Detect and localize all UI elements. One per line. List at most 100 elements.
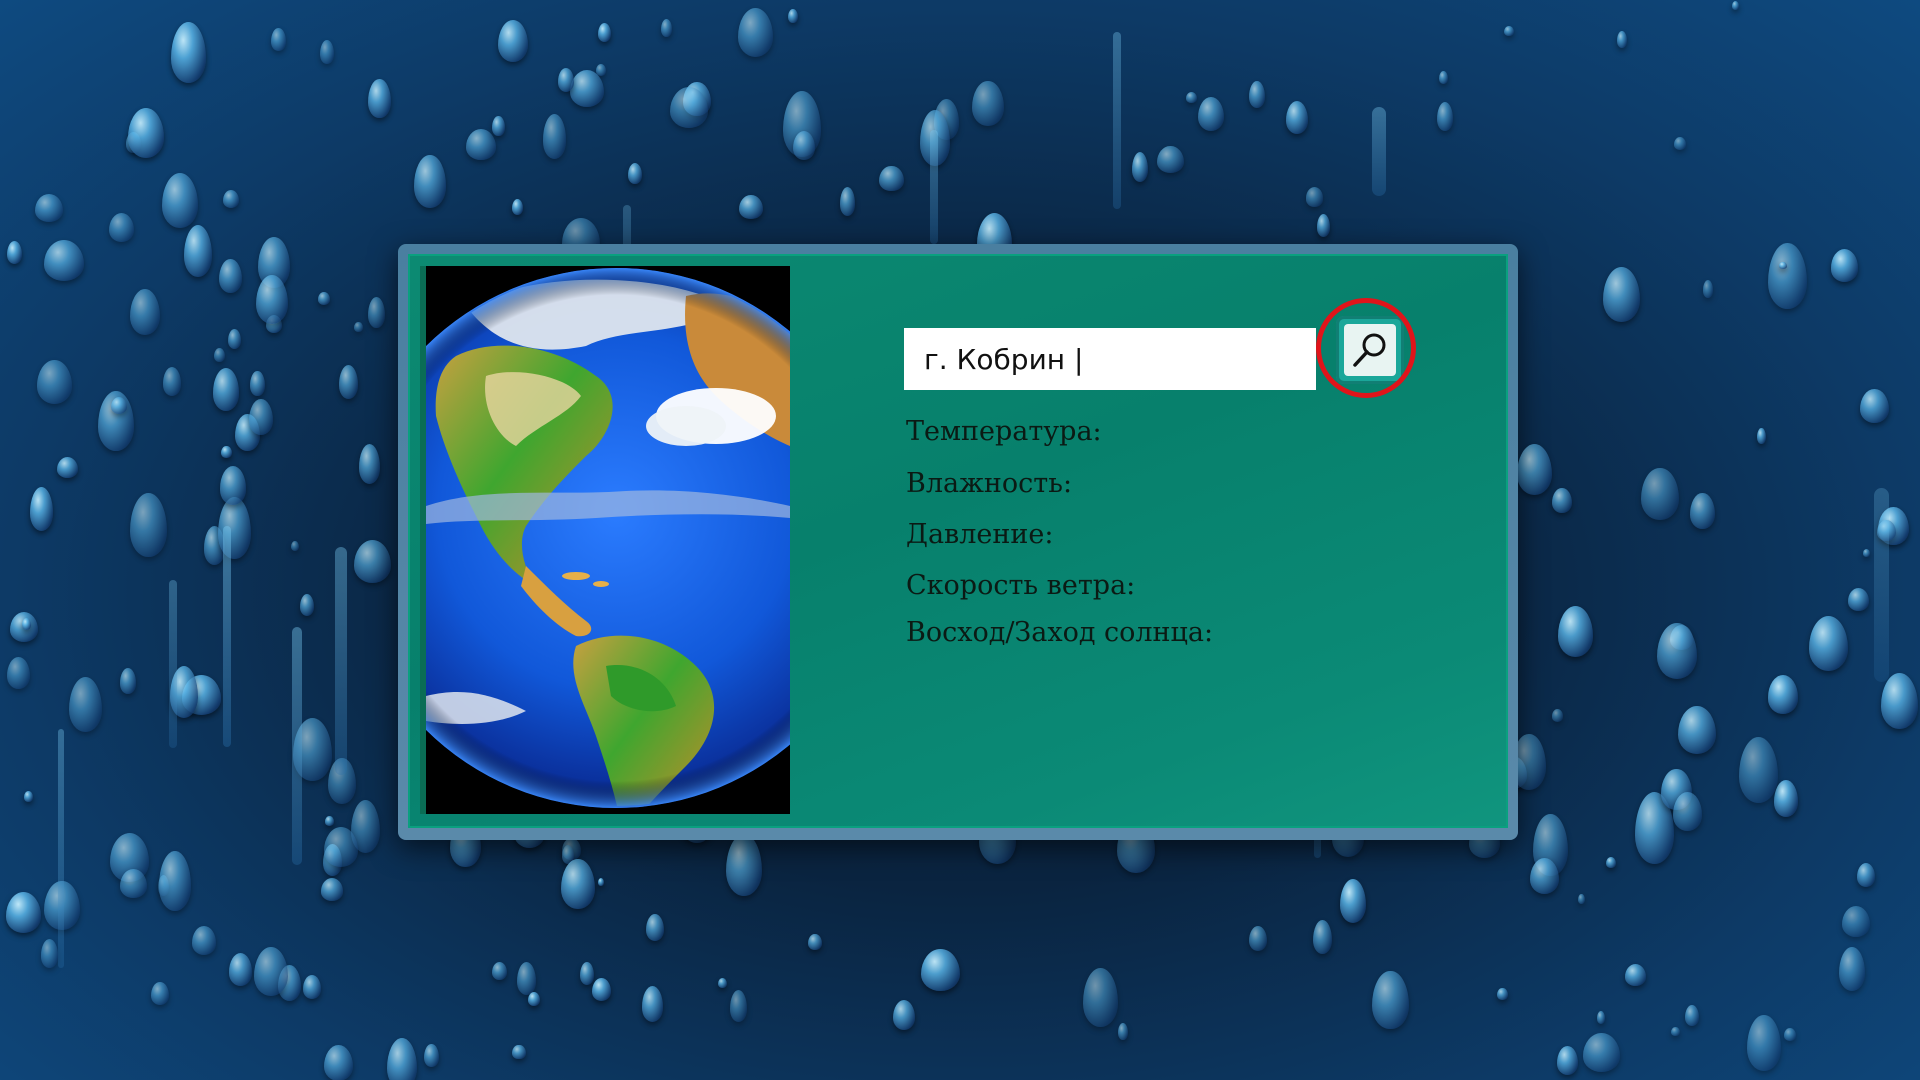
rain-drop [1497, 987, 1508, 1001]
search-button[interactable] [1336, 316, 1404, 384]
rain-drop [528, 991, 541, 1006]
rain-drop [1732, 1, 1740, 10]
rain-drop [492, 116, 505, 136]
rain-drop [161, 172, 198, 228]
rain-drop [1839, 947, 1866, 991]
rain-drop [1517, 443, 1553, 495]
rain-drop [7, 656, 30, 689]
rain-streak [1874, 488, 1890, 683]
rain-drop [1530, 858, 1560, 895]
rain-streak [57, 729, 65, 969]
rain-drop [21, 617, 31, 630]
rain-drop [737, 7, 774, 57]
humidity-label: Влажность: [906, 468, 1073, 499]
rain-drop [1596, 1011, 1606, 1025]
rain-drop [1436, 101, 1453, 132]
rain-drop [661, 19, 673, 38]
rain-drop [159, 851, 192, 911]
rain-drop [1605, 856, 1617, 869]
rain-drop [466, 129, 497, 160]
rain-drop [892, 999, 916, 1031]
rain-drop [1880, 673, 1918, 729]
rain-drop [29, 487, 53, 532]
rain-drop [127, 108, 164, 159]
rain-drop [219, 466, 246, 505]
rain-drop [1197, 97, 1224, 132]
rain-drop [129, 288, 160, 335]
rain-drop [300, 594, 315, 617]
rain-drop [34, 193, 63, 223]
rain-drop [151, 981, 170, 1006]
rain-drop [1830, 249, 1859, 282]
magnifier-icon [1353, 333, 1386, 367]
rain-drop [302, 975, 321, 999]
rain-drop [1157, 145, 1184, 173]
rain-drop [920, 948, 960, 992]
rain-drop [570, 70, 605, 108]
rain-drop [646, 914, 664, 941]
rain-drop [597, 878, 604, 887]
rain-drop [228, 952, 253, 986]
rain-drop [627, 162, 642, 184]
rain-drop [212, 368, 240, 411]
rain-drop [1767, 675, 1799, 714]
search-button-face [1344, 324, 1396, 376]
rain-streak [930, 130, 938, 245]
rain-drop [1857, 863, 1875, 887]
rain-streak [1113, 32, 1121, 210]
rain-drop [840, 187, 856, 216]
rain-drop [37, 360, 72, 404]
rain-drop [739, 194, 763, 220]
rain-drop [170, 21, 206, 83]
rain-drop [1677, 705, 1716, 755]
rain-drop [1285, 101, 1308, 134]
rain-drop [108, 212, 135, 243]
rain-drop [1312, 919, 1332, 955]
rain-drop [1738, 736, 1779, 803]
rain-drop [120, 869, 147, 899]
rain-drop [512, 1044, 526, 1060]
rain-drop [641, 986, 664, 1022]
rain-drop [598, 22, 612, 42]
rain-drop [726, 833, 762, 896]
rain-drop [972, 80, 1005, 127]
rain-drop [44, 240, 85, 281]
rain-drop [1504, 26, 1515, 37]
rain-drop [1672, 791, 1703, 831]
rain-drop [359, 444, 381, 484]
rain-drop [250, 371, 265, 396]
rain-drop [1702, 280, 1714, 298]
rain-drop [324, 816, 335, 826]
city-search-input[interactable] [904, 328, 1316, 390]
rain-drop [214, 347, 226, 363]
rain-drop [320, 39, 335, 64]
rain-drop [227, 329, 241, 350]
rain-drop [129, 493, 167, 557]
rain-drop [517, 962, 537, 995]
rain-drop [1784, 1028, 1797, 1041]
rain-drop [183, 225, 213, 278]
rain-drop [1641, 467, 1679, 521]
rain-drop [1372, 970, 1409, 1029]
rain-drop [1552, 487, 1573, 514]
rain-drop [254, 946, 289, 997]
rain-drop [1438, 70, 1448, 85]
rain-drop [270, 28, 286, 51]
rain-drop [354, 322, 363, 332]
rain-streak [1372, 106, 1387, 196]
rain-drop [1305, 187, 1324, 207]
rain-drop [338, 364, 359, 399]
rain-drop [56, 457, 78, 479]
rain-drop [110, 396, 128, 415]
widget-panel: Температура: Влажность: Давление: Скорос… [408, 254, 1508, 828]
rain-drop [353, 540, 391, 584]
rain-drop [879, 165, 904, 192]
rain-drop [1551, 709, 1564, 723]
rain-drop [424, 1043, 439, 1067]
rain-drop [220, 445, 232, 459]
rain-streak [334, 547, 347, 776]
rain-drop [1131, 151, 1148, 182]
rain-drop [1768, 242, 1807, 310]
rain-drop [1671, 1026, 1680, 1037]
rain-drop [1624, 963, 1647, 986]
